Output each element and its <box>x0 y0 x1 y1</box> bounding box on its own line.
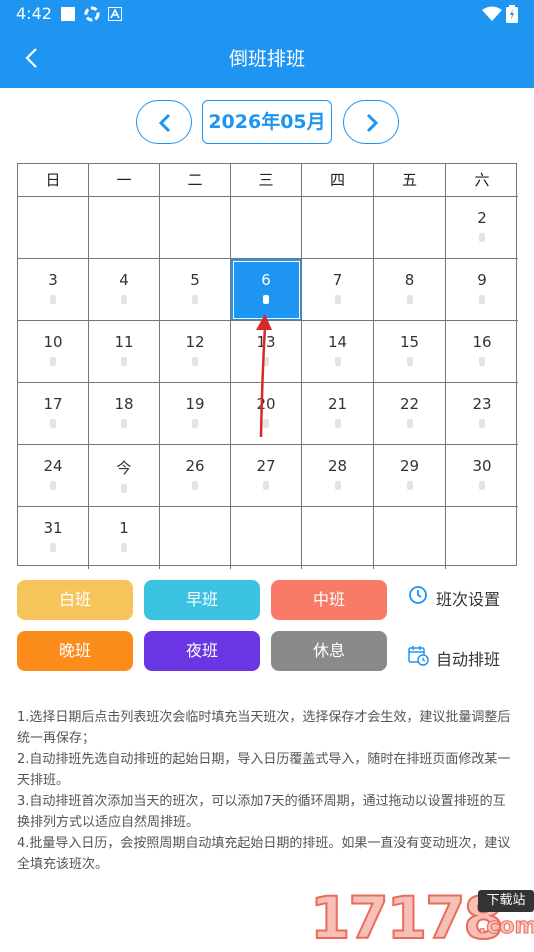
instruction-item: 1.选择日期后点击列表班次会临时填充当天班次，选择保存才会生效，建议批量调整后统… <box>17 710 511 746</box>
calendar-clock-icon <box>408 646 429 666</box>
instructions-text: 1.选择日期后点击列表班次会临时填充当天班次，选择保存才会生效，建议批量调整后统… <box>17 707 517 875</box>
instruction-item: 3.自动排班首次添加当天的班次，可以添加7天的循环周期，通过拖动以设置排班的互换… <box>17 794 506 830</box>
shift-button-middle[interactable]: 中班 <box>271 580 387 620</box>
shift-button-rest[interactable]: 休息 <box>271 631 387 671</box>
auto-schedule-button[interactable]: 自动排班 <box>408 645 518 669</box>
clock-icon <box>409 586 427 604</box>
shift-settings-button[interactable]: 班次设置 <box>408 585 518 609</box>
shift-button-day[interactable]: 白班 <box>17 580 133 620</box>
watermark-suffix: .com <box>477 914 534 940</box>
shift-button-early[interactable]: 早班 <box>144 580 260 620</box>
instruction-item: 2.自动排班先选自动排班的起始日期，导入日历覆盖式导入，随时在排班页面修改某一天… <box>17 752 511 788</box>
watermark-badge: 下载站 <box>478 890 534 912</box>
shift-button-evening[interactable]: 晚班 <box>17 631 133 671</box>
shift-button-night[interactable]: 夜班 <box>144 631 260 671</box>
shift-settings-label: 班次设置 <box>436 590 501 609</box>
watermark-digits: 17178 <box>309 883 505 952</box>
instruction-item: 4.批量导入日历，会按照周期自动填充起始日期的排班。如果一直没有变动班次，建议全… <box>17 836 511 872</box>
watermark-logo: 17178 下载站 .com <box>309 882 534 952</box>
auto-schedule-label: 自动排班 <box>436 650 501 669</box>
